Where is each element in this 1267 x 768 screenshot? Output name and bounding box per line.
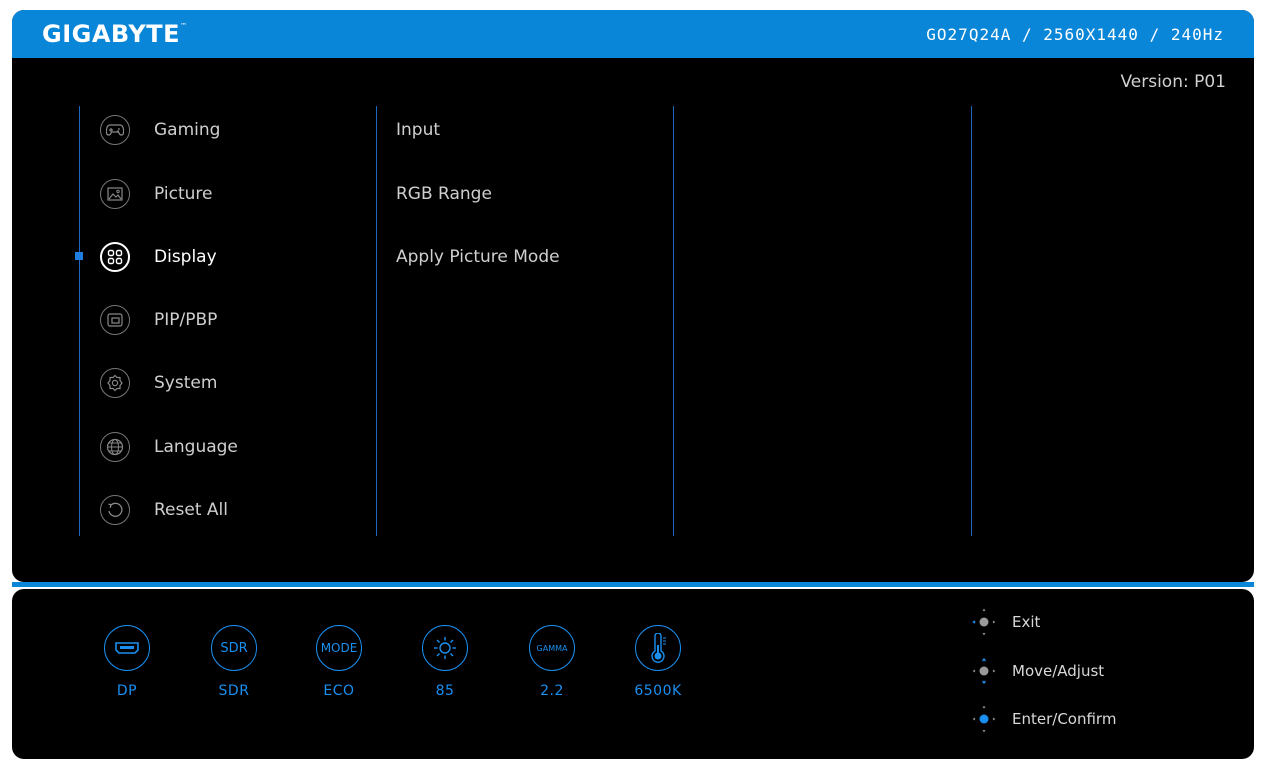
joystick-left-icon [972, 608, 996, 636]
menu-item-system[interactable]: System [100, 363, 217, 403]
gamma-icon-text: GAMMA [536, 643, 568, 653]
menu-item-pip-pbp[interactable]: PIP/PBP [100, 300, 217, 340]
picture-icon [100, 179, 130, 209]
menu-label-gaming: Gaming [154, 120, 221, 140]
nav-label-enter-confirm: Enter/Confirm [1012, 710, 1117, 728]
status-panel: DP SDR SDR MODE ECO 85 GAMMA 2.2 6500K E… [12, 589, 1254, 759]
brightness-icon [422, 625, 468, 671]
status-brightness: 85 [420, 625, 470, 699]
globe-icon [100, 432, 130, 462]
menu-label-system: System [154, 373, 218, 393]
submenu-item-rgb-range[interactable]: RGB Range [396, 184, 492, 204]
status-gamma: GAMMA 2.2 [527, 625, 577, 699]
column-divider-4 [971, 106, 972, 536]
submenu-item-input[interactable]: Input [396, 120, 440, 140]
menu-item-gaming[interactable]: Gaming [100, 110, 220, 150]
sdr-icon: SDR [211, 625, 257, 671]
status-mode: MODE ECO [314, 625, 364, 699]
trademark: ™ [180, 22, 188, 30]
status-value-brightness: 85 [435, 683, 455, 699]
status-value-color-temp: 6500K [634, 683, 682, 699]
joystick-press-icon [972, 705, 996, 733]
mode-icon-text: MODE [320, 641, 358, 655]
accent-divider [12, 582, 1254, 587]
menu-label-display: Display [154, 247, 217, 267]
status-color-temp: 6500K [633, 625, 683, 699]
menu-label-pip-pbp: PIP/PBP [154, 310, 218, 330]
status-value-gamma: 2.2 [540, 683, 564, 699]
status-sdr: SDR SDR [209, 625, 259, 699]
gamepad-icon [100, 115, 130, 145]
status-value-sdr: SDR [218, 683, 250, 699]
column-divider-3 [673, 106, 674, 536]
gear-icon [100, 368, 130, 398]
port-icon [104, 625, 150, 671]
menu-item-language[interactable]: Language [100, 427, 238, 467]
status-input-port: DP [102, 625, 152, 699]
nav-hint-enter-confirm: Enter/Confirm [970, 704, 1116, 734]
nav-hint-exit: Exit [970, 607, 1040, 637]
version-label: Version: P01 [1120, 72, 1226, 92]
menu-label-language: Language [154, 437, 238, 457]
menu-item-reset-all[interactable]: Reset All [100, 490, 228, 530]
display-grid-icon [100, 242, 130, 272]
model-info: GO27Q24A / 2560X1440 / 240Hz [926, 25, 1224, 44]
nav-label-exit: Exit [1012, 613, 1041, 631]
joystick-updown-icon [972, 657, 996, 685]
brand-name: GIGABYTE [42, 20, 181, 48]
column-divider-1 [79, 106, 80, 536]
nav-hint-move-adjust: Move/Adjust [970, 656, 1104, 686]
mode-icon: MODE [316, 625, 362, 671]
osd-main-panel: GIGABYTE™ GO27Q24A / 2560X1440 / 240Hz V… [12, 10, 1254, 582]
gamma-icon: GAMMA [529, 625, 575, 671]
sdr-icon-text: SDR [220, 640, 248, 656]
status-value-port: DP [116, 683, 138, 699]
menu-item-display[interactable]: Display [100, 237, 217, 277]
menu-item-picture[interactable]: Picture [100, 174, 212, 214]
submenu-item-apply-picture-mode[interactable]: Apply Picture Mode [396, 247, 560, 267]
menu-label-reset-all: Reset All [154, 500, 228, 520]
menu-label-picture: Picture [154, 184, 213, 204]
nav-label-move-adjust: Move/Adjust [1012, 662, 1105, 680]
pip-icon [100, 305, 130, 335]
osd-header: GIGABYTE™ GO27Q24A / 2560X1440 / 240Hz [12, 10, 1254, 58]
active-selector-marker [75, 252, 83, 260]
brand-logo: GIGABYTE™ [42, 20, 188, 48]
thermometer-icon [635, 625, 681, 671]
status-value-mode: ECO [323, 683, 355, 699]
column-divider-2 [376, 106, 377, 536]
reset-icon [100, 495, 130, 525]
